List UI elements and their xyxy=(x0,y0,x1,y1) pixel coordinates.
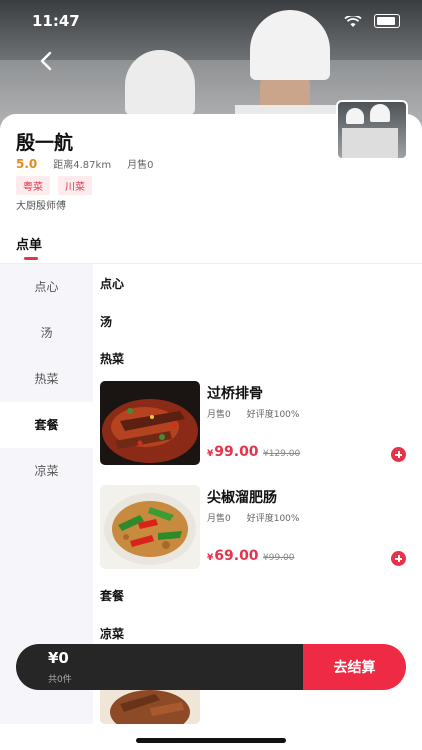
dish-image xyxy=(100,684,200,724)
sidebar-item-hot-dishes[interactable]: 热菜 xyxy=(0,356,93,402)
dish-image xyxy=(100,485,200,569)
sidebar-item-dimsum[interactable]: 点心 xyxy=(0,264,93,310)
section-header-hot-dishes: 热菜 xyxy=(100,352,125,366)
dish-rating: 好评度100% xyxy=(246,514,300,524)
dish-stats: 月售0 好评度100% xyxy=(207,407,299,420)
chef-title: 大厨殷师傅 xyxy=(16,201,66,212)
dish-image xyxy=(100,381,200,465)
dish-price: ¥99.00 xyxy=(207,444,259,460)
cart-amount: ¥0 xyxy=(48,649,69,667)
cuisine-tags: 粤菜 川菜 xyxy=(16,176,92,195)
status-bar: 11:47 xyxy=(0,10,422,34)
dish-rating: 好评度100% xyxy=(246,410,300,420)
cart-bar: ¥0 共0件 去结算 xyxy=(16,644,406,690)
dish-sales: 月售0 xyxy=(207,410,231,420)
dish-original-price: ¥99.00 xyxy=(263,553,295,563)
section-header-cold-dishes: 凉菜 xyxy=(100,627,125,641)
dish-price-currency: ¥ xyxy=(207,449,214,459)
dish-original-price: ¥129.00 xyxy=(263,449,301,459)
add-to-cart-button[interactable] xyxy=(391,447,406,462)
cart-summary[interactable]: ¥0 共0件 xyxy=(16,644,303,690)
dish-sales: 月售0 xyxy=(207,514,231,524)
dish-name: 尖椒溜肥肠 xyxy=(207,490,277,506)
status-time: 11:47 xyxy=(32,12,80,30)
battery-icon xyxy=(374,14,400,28)
section-header-set-meal: 套餐 xyxy=(100,589,125,603)
section-header-dimsum: 点心 xyxy=(100,277,125,291)
tab-order-label: 点单 xyxy=(16,238,43,253)
shop-rating: 5.0 xyxy=(16,157,38,171)
dish-item[interactable]: 过桥排骨 月售0 好评度100% ¥99.00 ¥129.00 xyxy=(100,381,422,467)
wifi-icon xyxy=(344,16,362,27)
section-header-soup: 汤 xyxy=(100,315,113,329)
dish-price-value: 99.00 xyxy=(214,444,259,460)
cart-item-count: 共0件 xyxy=(48,675,72,685)
add-to-cart-button[interactable] xyxy=(391,551,406,566)
home-indicator xyxy=(136,738,286,743)
tab-order[interactable]: 点单 xyxy=(16,234,43,260)
checkout-button[interactable]: 去结算 xyxy=(303,644,406,690)
sidebar-item-cold-dishes[interactable]: 凉菜 xyxy=(0,448,93,494)
dish-name: 过桥排骨 xyxy=(207,386,263,402)
tab-active-indicator xyxy=(24,257,38,260)
dish-price-currency: ¥ xyxy=(207,553,214,563)
shop-distance: 距离4.87km xyxy=(53,160,112,171)
back-arrow-icon[interactable] xyxy=(36,50,58,72)
sidebar-item-set-meal[interactable]: 套餐 xyxy=(0,402,93,448)
dish-price: ¥69.00 xyxy=(207,548,259,564)
sidebar-item-soup[interactable]: 汤 xyxy=(0,310,93,356)
cuisine-tag: 川菜 xyxy=(58,176,92,195)
shop-monthly-sales: 月售0 xyxy=(127,160,154,171)
chef-photo-thumbnail[interactable] xyxy=(336,100,408,160)
dish-price-value: 69.00 xyxy=(214,548,259,564)
cuisine-tag: 粤菜 xyxy=(16,176,50,195)
shop-name: 殷一航 xyxy=(16,132,74,154)
shop-meta: 5.0 距离4.87km 月售0 xyxy=(16,156,153,171)
dish-stats: 月售0 好评度100% xyxy=(207,511,299,524)
dish-item[interactable]: 尖椒溜肥肠 月售0 好评度100% ¥69.00 ¥99.00 xyxy=(100,485,422,571)
